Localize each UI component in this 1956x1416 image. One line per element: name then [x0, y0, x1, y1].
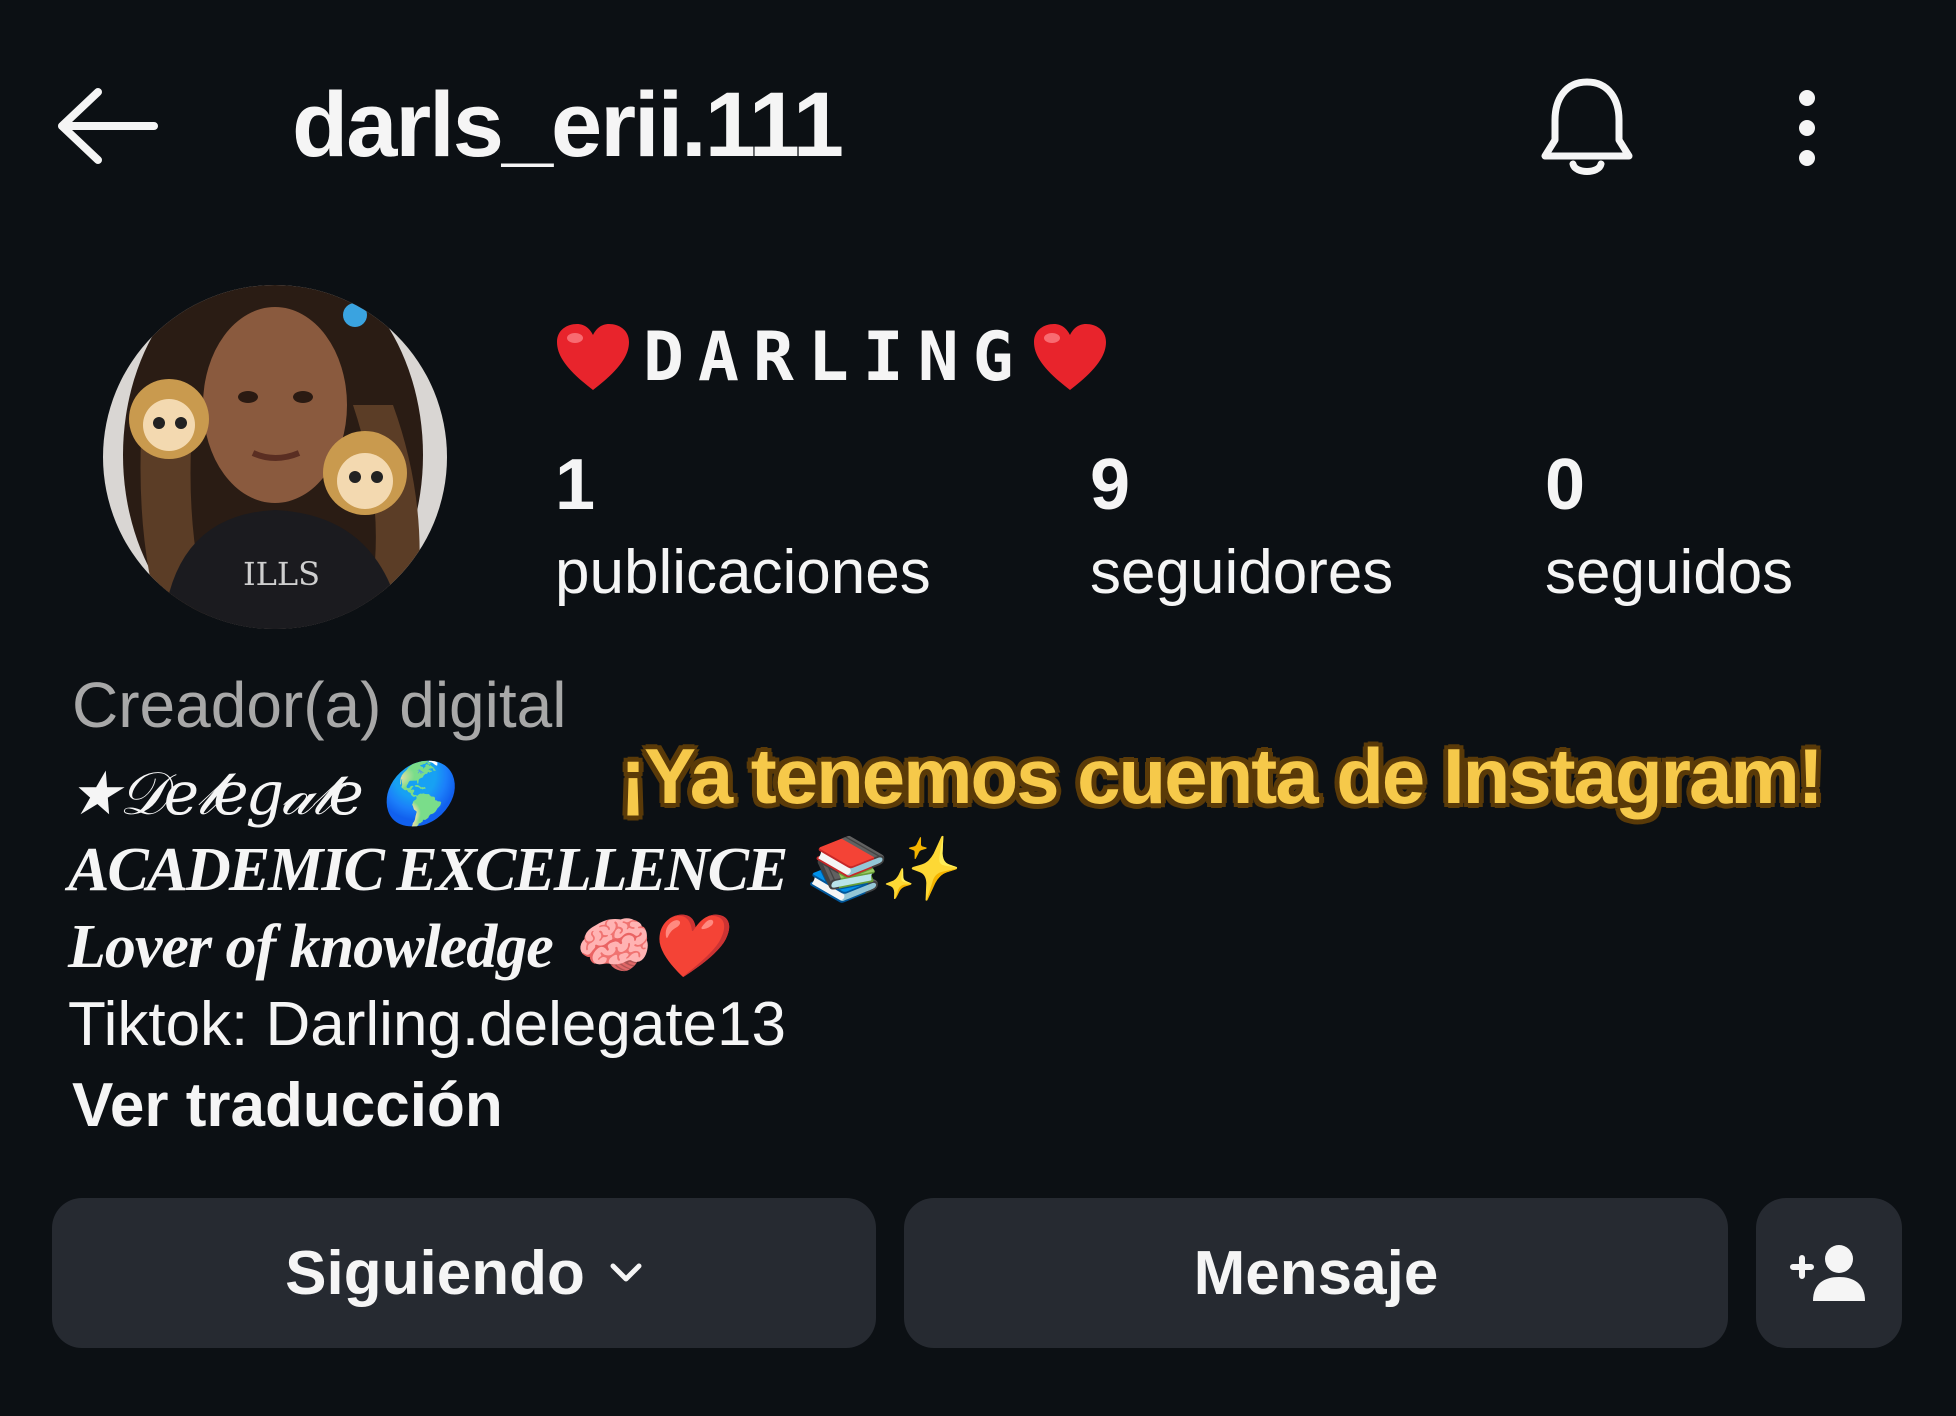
following-count: 0 — [1545, 445, 1586, 525]
profile-avatar[interactable]: ILLS — [103, 285, 447, 629]
brain-heart-emoji: 🧠❤️ — [570, 913, 724, 981]
following-label: seguidos — [1545, 538, 1794, 607]
bio-delegate-text: ★𝒟𝑒𝓁𝑒𝑔𝒶𝓉𝑒 — [68, 759, 364, 829]
posts-count: 1 — [555, 445, 596, 525]
more-options-button[interactable] — [1770, 82, 1844, 174]
heart-icon — [1033, 323, 1106, 390]
stat-followers[interactable]: 9 seguidores — [1090, 440, 1393, 616]
heart-icon — [557, 323, 629, 390]
message-button[interactable]: Mensaje — [904, 1198, 1728, 1348]
stat-following[interactable]: 0 seguidos — [1545, 440, 1793, 616]
more-vertical-icon — [1799, 90, 1815, 166]
bio-lover-text: Lover of knowledge — [68, 913, 554, 981]
profile-username: darls_erii.111 — [292, 74, 844, 176]
suggest-people-button[interactable] — [1756, 1198, 1902, 1348]
overlay-caption: ¡Ya tenemos cuenta de Instagram! — [620, 732, 1824, 820]
notifications-button[interactable] — [1535, 72, 1639, 184]
globe-emoji: 🌎 — [378, 759, 454, 829]
avatar-photo: ILLS — [103, 285, 447, 629]
add-user-icon — [1790, 1245, 1865, 1301]
posts-label: publicaciones — [555, 538, 931, 607]
see-translation-link[interactable]: Ver traducción — [72, 1066, 503, 1146]
stat-posts[interactable]: 1 publicaciones — [555, 440, 931, 616]
back-button[interactable] — [52, 80, 162, 172]
arrow-left-icon — [58, 88, 158, 164]
bio-line-delegate: ★𝒟𝑒𝓁𝑒𝑔𝒶𝓉𝑒 🌎 — [68, 752, 454, 836]
bio-academic-text: ACADEMIC EXCELLENCE — [68, 836, 788, 904]
books-sparkles-emoji: 📚✨ — [804, 836, 956, 904]
following-button-label: Siguiendo — [285, 1238, 585, 1308]
followers-label: seguidores — [1090, 538, 1394, 607]
following-button[interactable]: Siguiendo — [52, 1198, 876, 1348]
bio-line-lover: Lover of knowledge 🧠❤️ — [68, 905, 724, 989]
followers-count: 9 — [1090, 445, 1131, 525]
profile-display-name: DARLING — [555, 318, 1108, 397]
message-button-label: Mensaje — [1193, 1238, 1439, 1308]
bio-line-tiktok: Tiktok: Darling.delegate13 — [68, 990, 786, 1059]
svg-text:ILLS: ILLS — [243, 555, 320, 593]
display-name-text: DARLING — [643, 318, 1028, 397]
bio-line-academic: ACADEMIC EXCELLENCE 📚✨ — [68, 828, 957, 912]
bell-icon — [1541, 78, 1633, 175]
profile-category: Creador(a) digital — [72, 669, 567, 741]
chevron-down-icon — [609, 1262, 643, 1284]
